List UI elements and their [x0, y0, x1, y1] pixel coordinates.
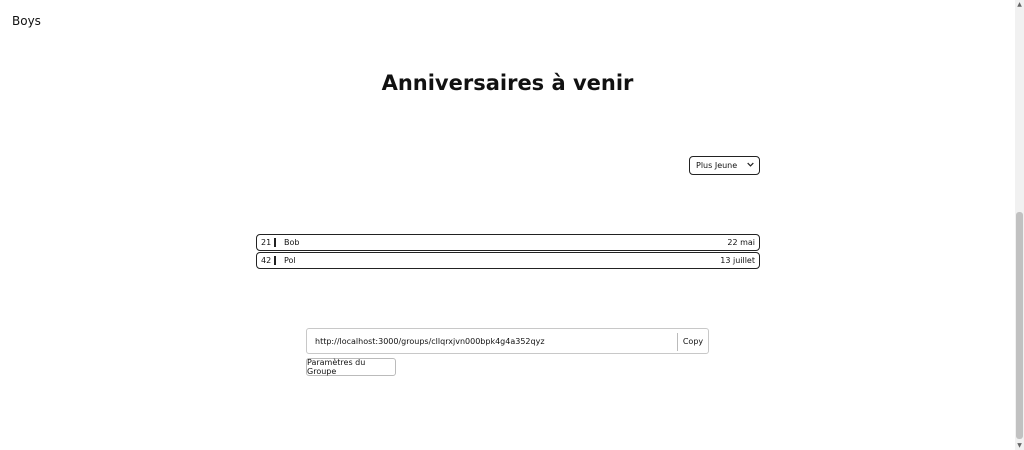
row-separator	[274, 238, 276, 247]
birthday-date: 22 mai	[727, 238, 755, 247]
share-link-url[interactable]: http://localhost:3000/groups/cllqrxjvn00…	[315, 337, 545, 346]
scroll-down-icon[interactable]: ▼	[1015, 441, 1024, 450]
scroll-up-icon[interactable]: ▲	[1015, 0, 1024, 9]
group-name: Boys	[12, 14, 41, 28]
group-settings-button[interactable]: Paramètres du Groupe	[306, 358, 396, 376]
birthday-list: 21 Bob 22 mai 42 Pol 13 juillet	[256, 234, 760, 270]
birthday-name: Bob	[284, 238, 300, 247]
copy-button[interactable]: Copy	[678, 329, 708, 353]
sort-select[interactable]: Plus Jeune	[689, 156, 760, 175]
birthday-row[interactable]: 21 Bob 22 mai	[256, 234, 760, 251]
sort-select-value: Plus Jeune	[696, 161, 738, 170]
birthday-row[interactable]: 42 Pol 13 juillet	[256, 252, 760, 269]
birthday-date: 13 juillet	[720, 256, 755, 265]
birthday-age: 42	[261, 256, 272, 265]
page-title: Anniversaires à venir	[381, 71, 634, 95]
share-link-box: http://localhost:3000/groups/cllqrxjvn00…	[306, 328, 709, 354]
birthday-age: 21	[261, 238, 272, 247]
birthday-name: Pol	[284, 256, 296, 265]
row-separator	[274, 256, 276, 265]
page: Boys Anniversaires à venir Plus Jeune 21…	[0, 0, 1024, 450]
scrollbar-thumb[interactable]	[1016, 212, 1023, 439]
scrollbar[interactable]: ▲ ▼	[1015, 0, 1024, 450]
chevron-down-icon	[747, 161, 754, 170]
